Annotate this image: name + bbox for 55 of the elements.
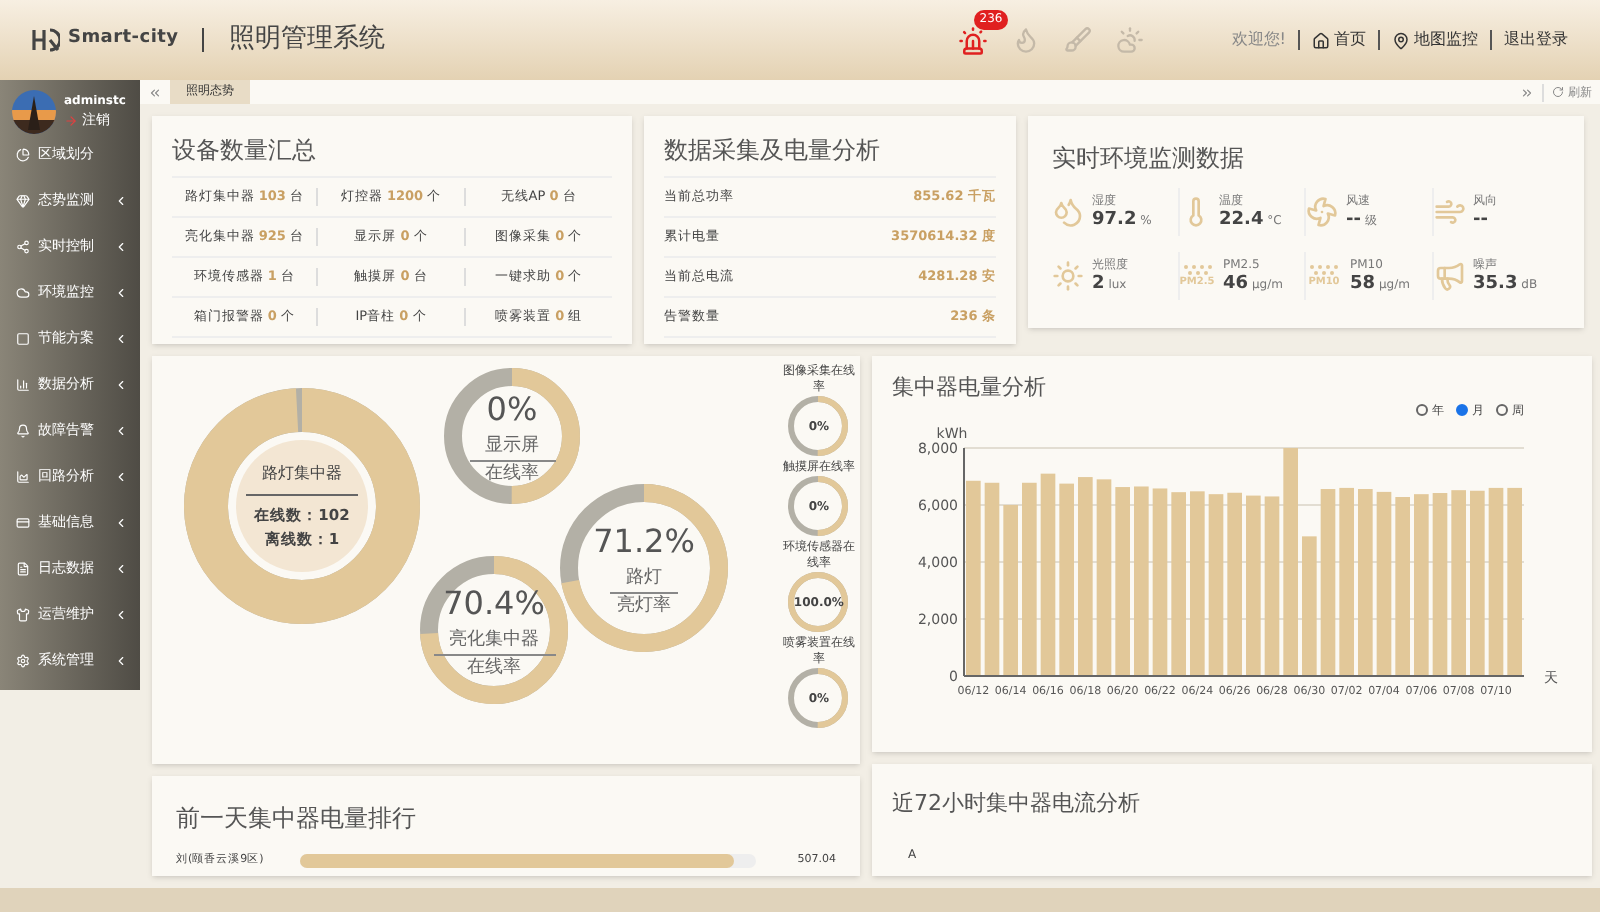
gauge-label: 亮化集中器: [433, 627, 555, 655]
welcome-text: 欢迎您!: [1231, 28, 1286, 52]
header-link[interactable]: 首页: [1312, 28, 1366, 52]
gauge-value: 70.4%: [443, 581, 545, 625]
humidity-icon: [1052, 196, 1084, 228]
logo-text: Smart-city: [68, 26, 179, 53]
app-title: 照明管理系统: [228, 22, 385, 59]
card-title: 实时环境监测数据: [1052, 142, 1246, 176]
menu-icon: [16, 608, 30, 622]
card-title: 设备数量汇总: [172, 132, 612, 178]
map-pin-icon: [1392, 31, 1410, 49]
home-icon: [1312, 31, 1330, 49]
menu-icon: [16, 654, 30, 668]
menu-icon: [16, 332, 30, 346]
menu-icon: [16, 240, 30, 254]
gauge-sub-label: 在线率: [485, 461, 539, 487]
logout-icon: [64, 113, 78, 127]
gauge-sub-label: 亮灯率: [617, 593, 671, 619]
menu-icon: [16, 562, 30, 576]
card-title: 集中器电量分析: [892, 372, 1048, 404]
menu-icon: [16, 470, 30, 484]
menu-icon: [16, 424, 30, 438]
brush-icon[interactable]: [1063, 26, 1092, 54]
mini-gauge-ring: [788, 396, 849, 456]
mini-gauge-ring: [788, 476, 849, 536]
light-icon: [1052, 260, 1084, 292]
menu-icon: [16, 148, 30, 162]
refresh-icon: [1552, 86, 1564, 98]
gauge-sub-label: 在线率: [467, 655, 521, 681]
mini-gauge-ring: [788, 572, 849, 632]
noise-icon: [1433, 260, 1465, 292]
gauge-value: 0%: [486, 387, 538, 431]
card-title: 前一天集中器电量排行: [176, 802, 418, 836]
menu-icon: [16, 378, 30, 392]
flame-icon[interactable]: [1011, 26, 1040, 54]
gauge-label: 显示屏: [469, 433, 555, 461]
env-value: --: [1473, 209, 1490, 231]
header-link[interactable]: 退出登录: [1504, 28, 1568, 52]
concentrator-title: 路灯集中器: [246, 462, 358, 497]
scroll-right-icon[interactable]: [1520, 85, 1534, 99]
card-title: 近72小时集中器电流分析: [892, 788, 1142, 820]
weather-icon[interactable]: [1115, 26, 1144, 54]
menu-icon: [16, 286, 30, 300]
scroll-left-icon[interactable]: [148, 85, 162, 99]
logo-icon: [32, 28, 60, 52]
header-link[interactable]: 地图监控: [1392, 28, 1478, 52]
menu-icon: [16, 516, 30, 530]
mini-gauge-ring: [788, 668, 849, 728]
bar: [1302, 535, 1317, 675]
gauge-label: 路灯: [610, 565, 678, 593]
gauge-value: 71.2%: [593, 519, 695, 563]
card-title: 数据采集及电量分析: [664, 132, 996, 178]
menu-icon: [16, 194, 30, 208]
gauge-ring: [444, 368, 580, 504]
alarm-icon[interactable]: [957, 25, 988, 55]
